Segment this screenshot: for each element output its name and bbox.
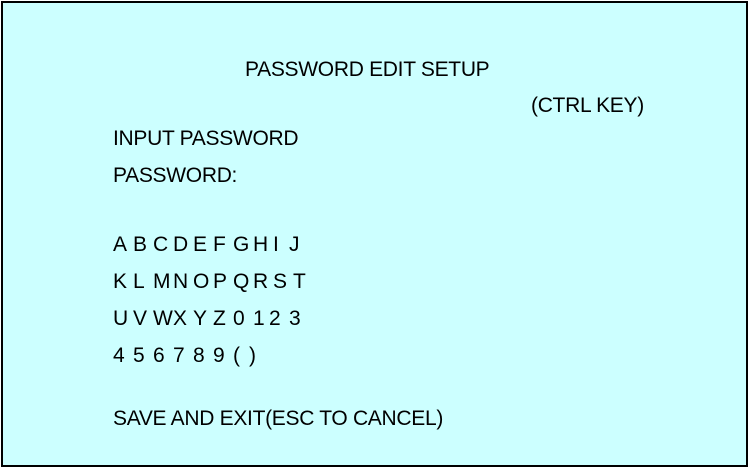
char-key[interactable]: E <box>193 232 213 258</box>
char-key[interactable]: ) <box>249 343 265 369</box>
char-key[interactable]: W <box>153 306 173 332</box>
char-key[interactable]: G <box>233 232 253 258</box>
password-label: PASSWORD: <box>113 164 238 187</box>
char-key[interactable]: D <box>173 232 193 258</box>
char-key[interactable]: X <box>173 306 193 332</box>
char-key[interactable]: ( <box>233 343 249 369</box>
char-key[interactable]: 6 <box>153 343 173 369</box>
char-key[interactable]: 3 <box>289 306 309 332</box>
char-key[interactable]: J <box>289 232 305 258</box>
char-row-3: UVWXYZ0123 <box>113 306 313 343</box>
char-key[interactable]: O <box>193 269 213 295</box>
char-key[interactable]: F <box>213 232 233 258</box>
char-key[interactable]: 1 <box>253 306 269 332</box>
char-key[interactable]: Z <box>213 306 233 332</box>
char-key[interactable]: 2 <box>269 306 289 332</box>
char-key[interactable]: U <box>113 306 133 332</box>
char-key[interactable]: 8 <box>193 343 213 369</box>
save-and-exit-option[interactable]: SAVE AND EXIT(ESC TO CANCEL) <box>113 406 443 432</box>
char-key[interactable]: H <box>253 232 273 258</box>
char-key[interactable]: C <box>153 232 173 258</box>
char-row-1: ABCDEFGHIJ <box>113 232 313 269</box>
char-key[interactable]: Q <box>233 269 253 295</box>
char-key[interactable]: 0 <box>233 306 253 332</box>
char-key[interactable]: L <box>133 269 153 295</box>
char-row-4: 4 5 6 7 8 9() <box>113 343 313 380</box>
character-grid: A B C D E F G H I J K L M N O P Q R S T U V W X Y Z 0 1 2 3 4 5 6 7 8 9() <box>113 232 313 380</box>
password-edit-screen: PASSWORD EDIT SETUP (CTRL KEY) INPUT PAS… <box>1 1 748 467</box>
char-key[interactable]: N <box>173 269 193 295</box>
char-key[interactable]: 7 <box>173 343 193 369</box>
char-key[interactable]: Y <box>193 306 213 332</box>
char-key[interactable]: A <box>113 232 133 258</box>
char-key[interactable]: M <box>153 269 173 295</box>
char-row-2: KLMNOPQRST <box>113 269 313 306</box>
char-key[interactable]: T <box>293 269 313 295</box>
password-field[interactable]: PASSWORD: <box>113 163 237 189</box>
page-title: PASSWORD EDIT SETUP <box>245 58 490 81</box>
char-key[interactable]: V <box>133 306 153 332</box>
char-key[interactable]: I <box>273 232 289 258</box>
char-key[interactable]: 5 <box>133 343 153 369</box>
char-key[interactable]: 9 <box>213 343 233 369</box>
char-key[interactable]: K <box>113 269 133 295</box>
char-key[interactable]: P <box>213 269 233 295</box>
char-key[interactable]: S <box>273 269 293 295</box>
char-key[interactable]: 4 <box>113 343 133 369</box>
char-key[interactable]: R <box>253 269 273 295</box>
ctrl-key-hint: (CTRL KEY) <box>531 94 644 117</box>
char-key[interactable]: B <box>133 232 153 258</box>
input-password-label: INPUT PASSWORD <box>113 127 299 150</box>
